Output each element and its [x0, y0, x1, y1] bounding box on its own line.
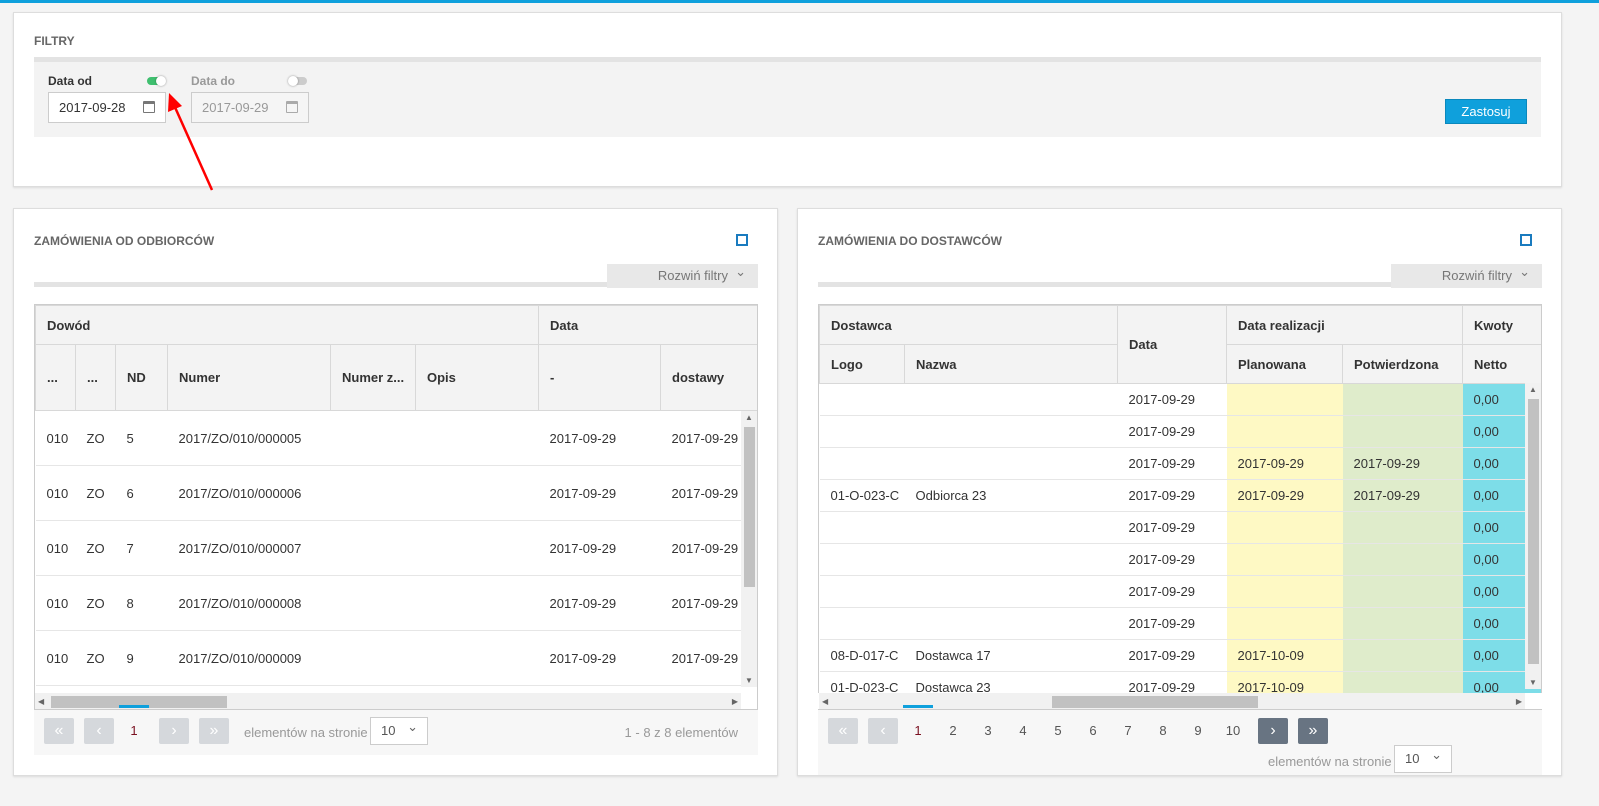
annotation-arrow — [168, 93, 214, 191]
